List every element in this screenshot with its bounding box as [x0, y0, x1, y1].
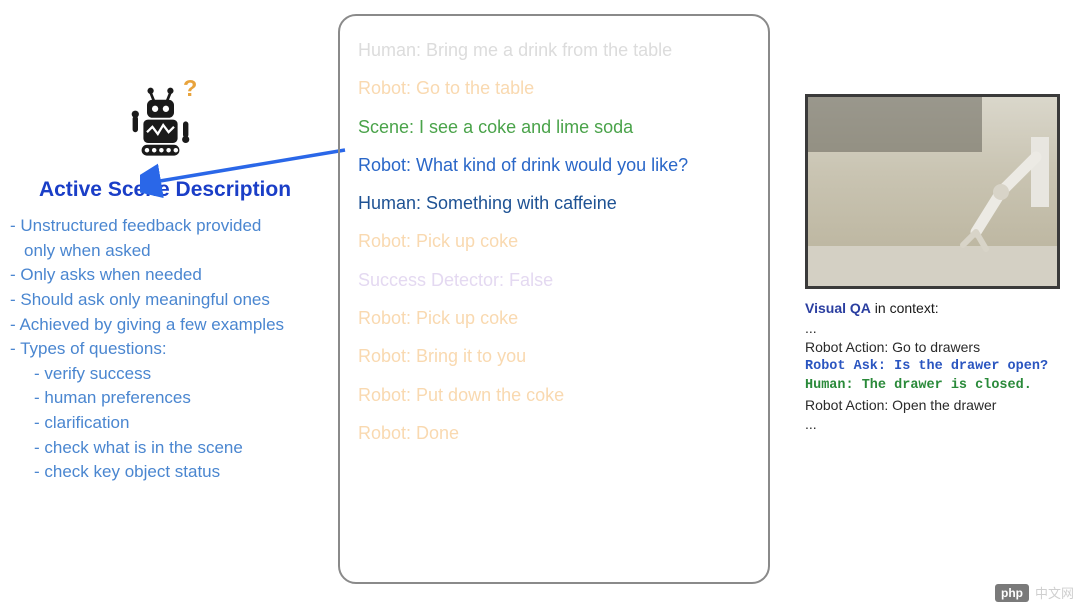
dialog-line: Human: Something with caffeine [358, 191, 750, 215]
bullet-item: - Should ask only meaningful ones [10, 288, 320, 313]
vqa-title-bold: Visual QA [805, 300, 871, 316]
bullet-item: - Only asks when needed [10, 263, 320, 288]
vqa-title: Visual QA in context: [805, 299, 1067, 319]
vqa-ellipsis: ... [805, 319, 1067, 339]
sub-bullet-item: - clarification [10, 411, 320, 436]
sub-bullet-item: - human preferences [10, 386, 320, 411]
dialog-panel: Human: Bring me a drink from the table R… [338, 14, 770, 584]
bullet-item: - Achieved by giving a few examples [10, 313, 320, 338]
dialog-line: Robot: Bring it to you [358, 344, 750, 368]
bullet-list: - Unstructured feedback provided only wh… [10, 214, 320, 485]
dialog-line: Robot: Put down the coke [358, 383, 750, 407]
vqa-action: Robot Action: Go to drawers [805, 338, 1067, 358]
watermark: php 中文网 [995, 583, 1074, 602]
dialog-line: Human: Bring me a drink from the table [358, 38, 750, 62]
vqa-human: Human: The drawer is closed. [805, 377, 1067, 396]
dialog-line: Robot: What kind of drink would you like… [358, 153, 750, 177]
bullet-item: only when asked [10, 239, 320, 264]
svg-text:?: ? [183, 80, 197, 101]
section-title: Active Scene Description [10, 178, 320, 202]
watermark-text: 中文网 [1035, 583, 1074, 602]
bullet-item: - Unstructured feedback provided [10, 214, 320, 239]
sub-bullet-item: - check key object status [10, 460, 320, 485]
watermark-badge: php [995, 584, 1029, 602]
vqa-text-block: Visual QA in context: ... Robot Action: … [805, 299, 1067, 435]
sub-bullet-item: - check what is in the scene [10, 436, 320, 461]
sub-bullet-item: - verify success [10, 362, 320, 387]
dialog-line: Success Detector: False [358, 268, 750, 292]
dialog-line: Robot: Pick up coke [358, 229, 750, 253]
vqa-title-suffix: in context: [871, 300, 939, 316]
robot-question-icon: ? [120, 80, 210, 170]
dialog-line: Robot: Done [358, 421, 750, 445]
dialog-line: Robot: Go to the table [358, 76, 750, 100]
vqa-ellipsis: ... [805, 415, 1067, 435]
scene-photo [805, 94, 1060, 289]
bullet-item: - Types of questions: [10, 337, 320, 362]
right-column: Visual QA in context: ... Robot Action: … [805, 94, 1067, 435]
vqa-action: Robot Action: Open the drawer [805, 396, 1067, 416]
robot-arm-icon [941, 137, 1051, 257]
dialog-line: Robot: Pick up coke [358, 306, 750, 330]
vqa-ask: Robot Ask: Is the drawer open? [805, 358, 1067, 377]
left-column: ? Active Scene Descrip [10, 80, 320, 485]
dialog-line: Scene: I see a coke and lime soda [358, 115, 750, 139]
